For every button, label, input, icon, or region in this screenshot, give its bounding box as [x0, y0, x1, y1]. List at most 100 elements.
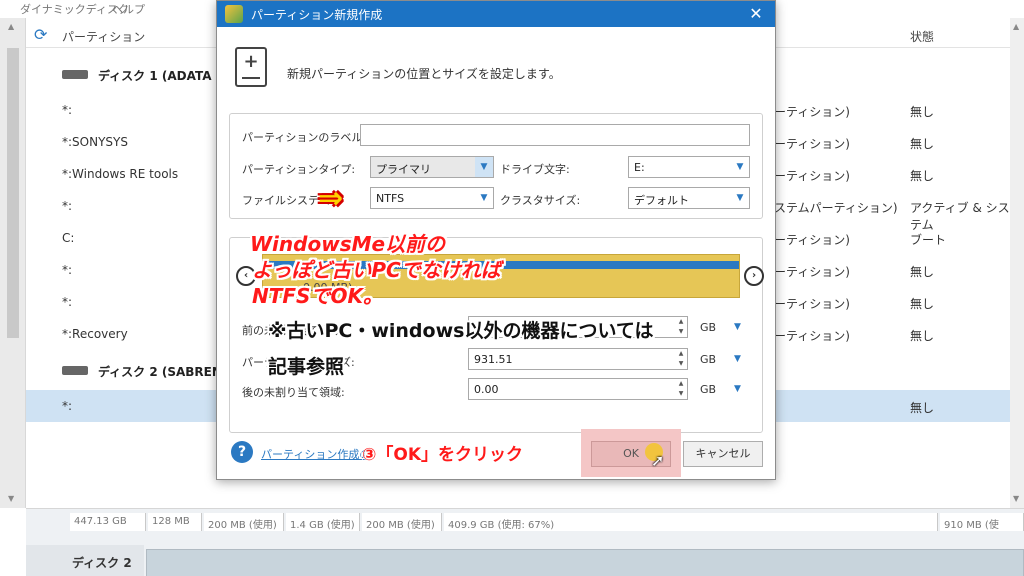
- partition-name: *:: [62, 295, 73, 309]
- close-icon[interactable]: ✕: [745, 3, 767, 25]
- partition-size-value: 931.51: [474, 353, 513, 366]
- refresh-icon[interactable]: ⟳: [34, 25, 47, 44]
- cluster-size-label: クラスタサイズ:: [500, 194, 581, 207]
- partition-label-input[interactable]: [360, 124, 750, 146]
- partition-size-unit: GB: [700, 353, 717, 366]
- annotation-line: よっぽど古いPCでなければ: [252, 258, 501, 282]
- cluster-size-select[interactable]: デフォルト ▼: [628, 187, 750, 209]
- scroll-thumb[interactable]: [7, 48, 19, 338]
- partition-status: ブート: [910, 233, 947, 247]
- after-unallocated-unit: GB: [700, 383, 717, 396]
- drive-letter-label: ドライブ文字:: [500, 163, 570, 176]
- drive-letter-select[interactable]: E: ▼: [628, 156, 750, 178]
- scroll-up-icon[interactable]: ▲: [8, 22, 14, 31]
- annotation-step: ③「OK」をクリック: [362, 445, 524, 465]
- chevron-down-icon[interactable]: ▼: [475, 188, 493, 208]
- partition-name: *:: [62, 263, 73, 277]
- partition-type-select[interactable]: プライマリ ▼: [370, 156, 494, 178]
- menu-help[interactable]: ヘルプ: [112, 1, 145, 17]
- annotation-note: ※古いPC・windows以外の機器については: [268, 320, 654, 342]
- partition-type: ーティション): [774, 169, 850, 183]
- partition-size-input[interactable]: 931.51 ▲ ▼: [468, 348, 688, 370]
- drive-letter-value: E:: [634, 161, 645, 174]
- disk-icon: [62, 366, 88, 375]
- partition-status: 無し: [910, 105, 935, 119]
- partition-name: *:Windows RE tools: [62, 167, 179, 181]
- partition-name: *:SONYSYS: [62, 135, 128, 149]
- chevron-down-icon[interactable]: ▼: [731, 157, 749, 177]
- partition-type-value: プライマリ: [376, 163, 431, 176]
- dialog-titlebar[interactable]: パーティション新規作成 ✕: [217, 1, 775, 27]
- partition-status: 無し: [910, 329, 935, 343]
- column-status: 状態: [910, 30, 935, 44]
- chevron-down-icon[interactable]: ▼: [734, 354, 741, 364]
- partition-settings-group: パーティションのラベル: パーティションタイプ: プライマリ ▼ ドライブ文字:…: [229, 113, 763, 219]
- chevron-down-icon[interactable]: ▼: [475, 157, 493, 177]
- disk1-map-strip: 447.13 GB 128 MB 200 MB (使用) 1.4 GB (使用)…: [70, 513, 1024, 531]
- partition-label-label: パーティションのラベル:: [242, 131, 367, 144]
- disk-icon: [62, 70, 88, 79]
- map-cell[interactable]: 128 MB: [148, 513, 202, 531]
- app-logo-icon: [225, 5, 243, 23]
- annotation-line: WindowsMe以前の: [250, 232, 446, 256]
- partition-type: ーティション): [774, 265, 850, 279]
- partition-status: 無し: [910, 265, 935, 279]
- map-cell[interactable]: 409.9 GB (使用: 67%): [444, 513, 938, 531]
- partition-name: *:: [62, 103, 73, 117]
- disk-map-panel: 447.13 GB 128 MB 200 MB (使用) 1.4 GB (使用)…: [26, 508, 1024, 576]
- cluster-size-value: デフォルト: [634, 194, 689, 207]
- chevron-down-icon[interactable]: ▼: [731, 188, 749, 208]
- partition-type: ーティション): [774, 137, 850, 151]
- map-cell[interactable]: 910 MB (使: [940, 513, 1024, 531]
- new-drive-icon: +: [235, 47, 267, 87]
- before-unallocated-unit: GB: [700, 321, 717, 334]
- partition-status: 無し: [910, 297, 935, 311]
- after-unallocated-label: 後の未割り当て領域:: [242, 386, 345, 399]
- scroll-down-icon[interactable]: ▼: [8, 494, 14, 503]
- column-partition: パーティション: [62, 30, 146, 44]
- dialog-title: パーティション新規作成: [251, 8, 383, 22]
- chevron-down-icon[interactable]: ▼: [734, 384, 741, 394]
- partition-type: ステムパーティション): [774, 201, 898, 215]
- help-icon[interactable]: ?: [231, 441, 253, 463]
- file-system-value: NTFS: [376, 192, 405, 205]
- spinner[interactable]: ▲ ▼: [675, 349, 687, 369]
- file-system-select[interactable]: NTFS ▼: [370, 187, 494, 209]
- partition-name: C:: [62, 231, 75, 245]
- cancel-button[interactable]: キャンセル: [683, 441, 763, 467]
- partition-type: ーティション): [774, 329, 850, 343]
- disk2-label-text: ディスク 2: [72, 556, 132, 570]
- map-cell[interactable]: 200 MB (使用): [362, 513, 442, 531]
- after-unallocated-input[interactable]: 0.00 ▲ ▼: [468, 378, 688, 400]
- partition-name: *:: [62, 399, 73, 413]
- scroll-down-icon[interactable]: ▼: [1013, 494, 1019, 503]
- partition-name: *:: [62, 199, 73, 213]
- partition-type-label: パーティションタイプ:: [242, 163, 356, 176]
- left-scrollbar[interactable]: ▲ ▼: [0, 18, 26, 508]
- spinner[interactable]: ▲ ▼: [675, 317, 687, 337]
- arrow-right-icon: ⇒: [318, 181, 344, 216]
- partition-status: 無し: [910, 401, 935, 415]
- mouse-cursor-icon: ➚: [651, 451, 665, 470]
- help-link[interactable]: パーティション作成の: [261, 446, 370, 462]
- partition-status: 無し: [910, 169, 935, 183]
- annotation-note: 記事参照: [268, 356, 345, 378]
- disk2-map-bar[interactable]: [146, 549, 1024, 576]
- right-scrollbar[interactable]: ▲ ▼: [1010, 18, 1024, 508]
- chevron-right-icon[interactable]: ›: [744, 266, 764, 286]
- partition-status: 無し: [910, 137, 935, 151]
- partition-type: ーティション): [774, 233, 850, 247]
- disk2-map-label[interactable]: ディスク 2: [26, 545, 144, 576]
- partition-type: ーティション): [774, 297, 850, 311]
- dialog-description: 新規パーティションの位置とサイズを設定します。: [287, 67, 561, 81]
- map-cell[interactable]: 1.4 GB (使用): [286, 513, 360, 531]
- map-cell[interactable]: 200 MB (使用): [204, 513, 284, 531]
- annotation-line: NTFSでOK。: [252, 284, 383, 308]
- chevron-down-icon[interactable]: ▼: [734, 322, 741, 332]
- partition-type: ーティション): [774, 105, 850, 119]
- scroll-up-icon[interactable]: ▲: [1013, 22, 1019, 31]
- partition-name: *:Recovery: [62, 327, 128, 341]
- after-unallocated-value: 0.00: [474, 383, 499, 396]
- disk-size-label: 447.13 GB: [70, 513, 146, 531]
- spinner[interactable]: ▲ ▼: [675, 379, 687, 399]
